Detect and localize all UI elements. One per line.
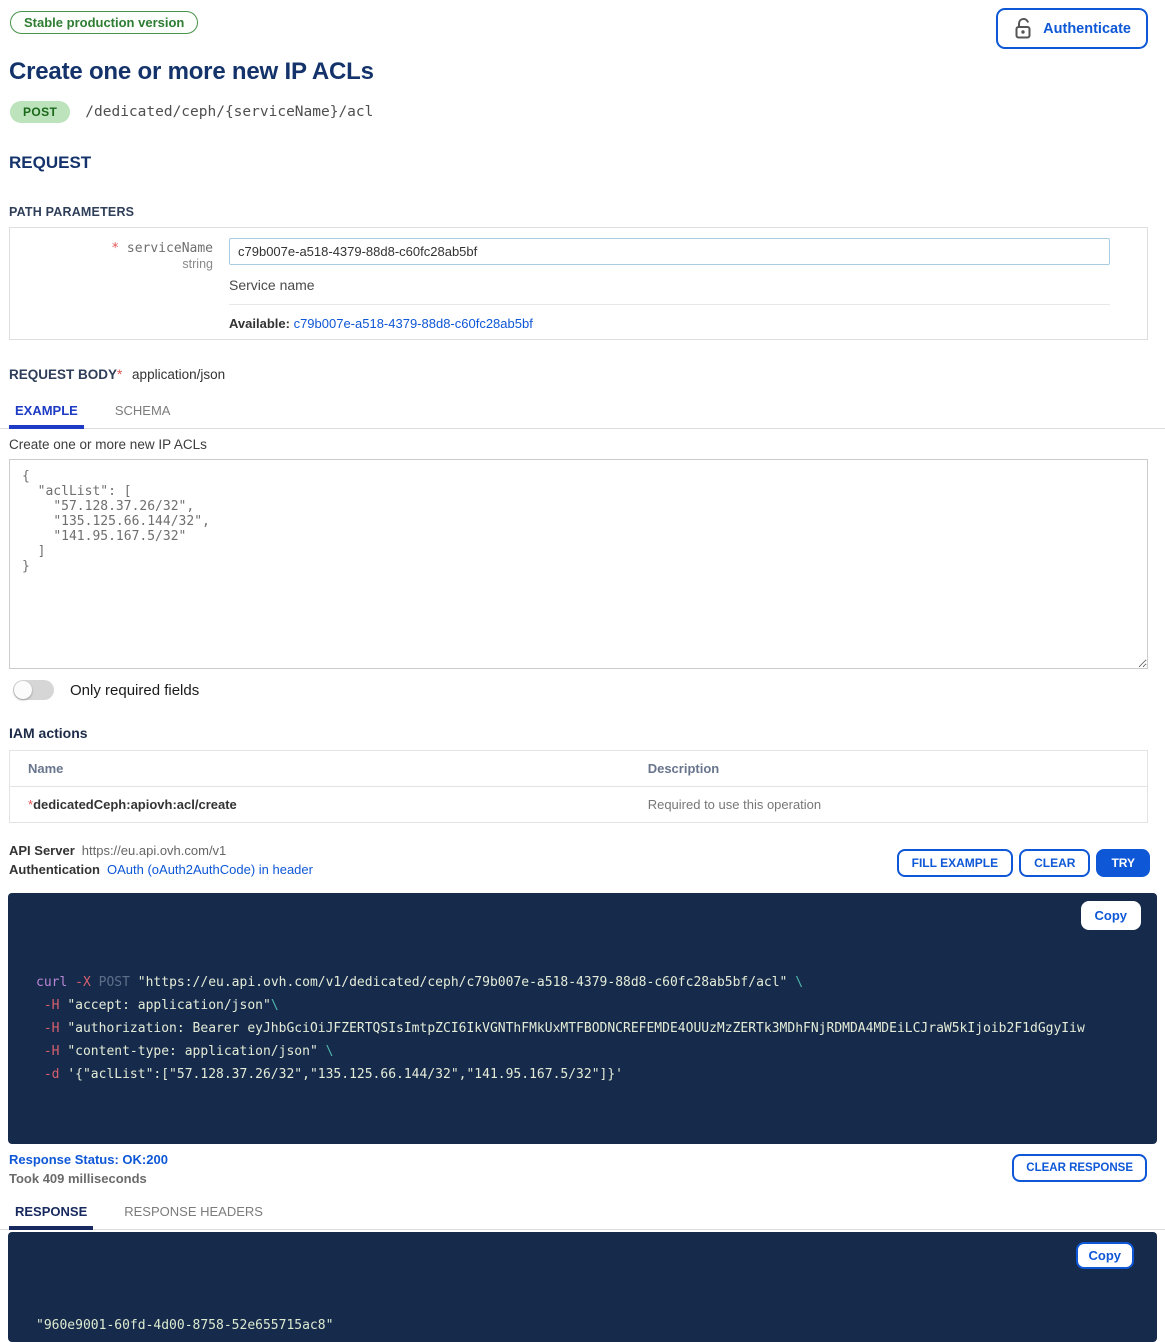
response-status-row: Response Status: OK:200 Took 409 millise… — [9, 1152, 1147, 1186]
api-server-line: API Server https://eu.api.ovh.com/v1 — [9, 843, 313, 858]
api-server-value: https://eu.api.ovh.com/v1 — [82, 843, 227, 858]
request-body-label: REQUEST BODY — [9, 367, 117, 382]
required-marker: * — [111, 241, 119, 256]
tab-response-headers[interactable]: RESPONSE HEADERS — [118, 1199, 269, 1229]
server-actions-row: API Server https://eu.api.ovh.com/v1 Auth… — [9, 839, 1150, 877]
param-type: string — [10, 257, 213, 271]
topbar: Stable production version Authenticate — [0, 0, 1165, 49]
endpoint: POST /dedicated/ceph/{serviceName}/acl — [10, 101, 1165, 123]
response-status: Response Status: OK:200 — [9, 1152, 168, 1167]
param-value-column: Service name Available: c79b007e-a518-43… — [213, 233, 1147, 331]
curl-code-block: Copy curl -X POST "https://eu.api.ovh.co… — [8, 893, 1157, 1144]
iam-action-description-cell: Required to use this operation — [630, 787, 1148, 823]
authenticate-button[interactable]: Authenticate — [996, 8, 1148, 49]
try-button[interactable]: TRY — [1096, 849, 1150, 877]
lock-icon — [1013, 17, 1034, 40]
iam-actions-table: Name Description *dedicatedCeph:apiovh:a… — [9, 750, 1148, 823]
curl-code: curl -X POST "https://eu.api.ovh.com/v1/… — [36, 971, 1157, 1086]
request-heading: REQUEST — [9, 153, 1165, 173]
param-label-column: * serviceName string — [10, 233, 213, 331]
path-parameters-heading: PATH PARAMETERS — [9, 205, 1165, 219]
fill-example-button[interactable]: FILL EXAMPLE — [897, 849, 1013, 877]
param-name: * serviceName — [10, 241, 213, 256]
path-parameters-box: * serviceName string Service name Availa… — [9, 227, 1148, 340]
api-server-label: API Server — [9, 843, 75, 858]
response-code-block: Copy "960e9001-60fd-4d00-8758-52e655715a… — [8, 1232, 1157, 1342]
authentication-line: Authentication OAuth (oAuth2AuthCode) in … — [9, 862, 313, 877]
available-value-link[interactable]: c79b007e-a518-4379-88d8-c60fc28ab5bf — [294, 316, 533, 331]
iam-actions-heading: IAM actions — [9, 725, 1165, 741]
iam-column-description: Description — [630, 751, 1148, 787]
request-body-heading: REQUEST BODY* application/json — [9, 367, 1165, 382]
action-buttons: FILL EXAMPLE CLEAR TRY — [897, 849, 1150, 877]
iam-header-row: Name Description — [10, 751, 1148, 787]
tab-example[interactable]: EXAMPLE — [9, 398, 84, 429]
authentication-label: Authentication — [9, 862, 100, 877]
response-tabs: RESPONSE RESPONSE HEADERS — [0, 1199, 1165, 1230]
available-row: Available: c79b007e-a518-4379-88d8-c60fc… — [229, 316, 1110, 331]
api-console-page: Stable production version Authenticate C… — [0, 0, 1165, 1342]
table-row: *dedicatedCeph:apiovh:acl/create Require… — [10, 787, 1148, 823]
endpoint-path: /dedicated/ceph/{serviceName}/acl — [85, 104, 373, 120]
only-required-toggle[interactable] — [13, 680, 54, 700]
body-tabs: EXAMPLE SCHEMA — [0, 398, 1165, 429]
only-required-label: Only required fields — [70, 682, 199, 699]
tab-schema[interactable]: SCHEMA — [109, 398, 177, 428]
page-title: Create one or more new IP ACLs — [9, 58, 1165, 86]
body-description: Create one or more new IP ACLs — [9, 437, 1165, 452]
required-marker: * — [117, 367, 122, 382]
server-info: API Server https://eu.api.ovh.com/v1 Auth… — [9, 839, 313, 877]
request-body-editor[interactable]: { "aclList": [ "57.128.37.26/32", "135.1… — [9, 459, 1148, 669]
version-badge: Stable production version — [10, 11, 198, 34]
clear-button[interactable]: CLEAR — [1019, 849, 1090, 877]
toggle-knob — [14, 681, 32, 699]
copy-response-button[interactable]: Copy — [1076, 1242, 1135, 1269]
content-type: application/json — [132, 367, 225, 382]
http-method-badge: POST — [10, 101, 70, 123]
authentication-link[interactable]: OAuth (oAuth2AuthCode) in header — [107, 862, 313, 877]
authenticate-label: Authenticate — [1043, 21, 1131, 37]
tab-response[interactable]: RESPONSE — [9, 1199, 93, 1230]
service-name-input[interactable] — [229, 238, 1110, 265]
iam-column-name: Name — [10, 751, 630, 787]
iam-action-name-cell: *dedicatedCeph:apiovh:acl/create — [10, 787, 630, 823]
clear-response-button[interactable]: CLEAR RESPONSE — [1012, 1154, 1147, 1182]
copy-curl-button[interactable]: Copy — [1081, 901, 1142, 930]
param-description: Service name — [229, 277, 1110, 305]
response-took: Took 409 milliseconds — [9, 1171, 168, 1186]
only-required-row: Only required fields — [13, 680, 1165, 700]
response-body: "960e9001-60fd-4d00-8758-52e655715ac8" — [36, 1314, 1157, 1337]
available-label: Available: — [229, 316, 290, 331]
response-status-info: Response Status: OK:200 Took 409 millise… — [9, 1152, 168, 1186]
